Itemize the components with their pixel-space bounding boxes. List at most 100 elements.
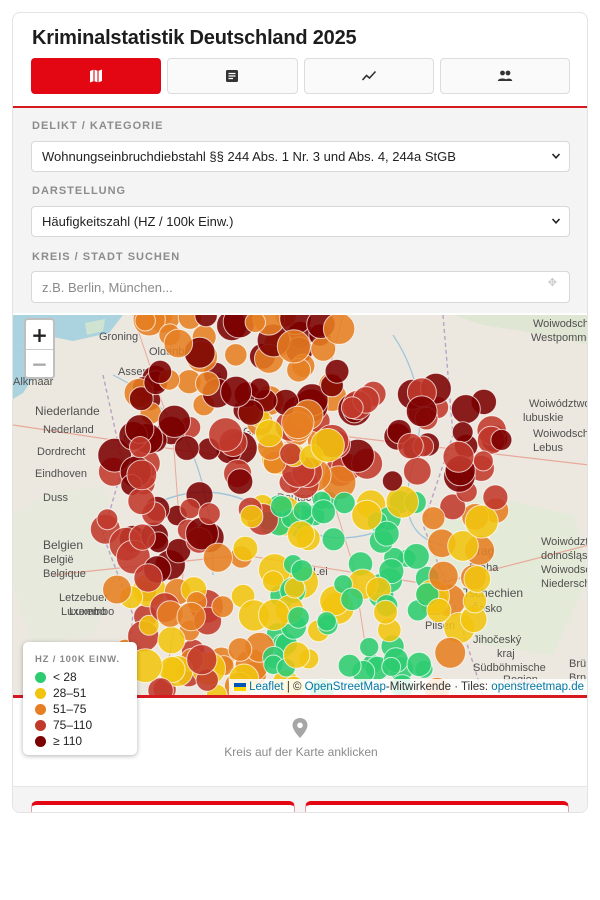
- district-bubble[interactable]: [96, 508, 119, 531]
- district-bubble[interactable]: [286, 520, 316, 549]
- district-bubble[interactable]: [311, 499, 336, 525]
- district-bubble[interactable]: [482, 484, 509, 511]
- district-bubble[interactable]: [270, 495, 293, 518]
- legend-item: 51–75: [35, 701, 137, 717]
- page-title: Kriminalstatistik Deutschland 2025: [32, 27, 357, 49]
- zoom-out-button[interactable]: −: [26, 349, 53, 378]
- footer-button-left[interactable]: [31, 801, 295, 812]
- district-bubble[interactable]: [227, 637, 253, 662]
- district-bubble[interactable]: [128, 523, 156, 551]
- district-bubble[interactable]: [239, 504, 264, 529]
- district-bubble[interactable]: [406, 651, 432, 678]
- osm-link[interactable]: OpenStreetMap: [305, 681, 386, 693]
- district-bubble[interactable]: [244, 315, 266, 333]
- district-bubble[interactable]: [224, 343, 248, 367]
- legend-title: HZ / 100K EINW.: [35, 654, 120, 665]
- display-select-value: Häufigkeitszahl (HZ / 100k Einw.): [42, 214, 234, 229]
- district-bubble[interactable]: [255, 419, 284, 448]
- district-bubble[interactable]: [292, 500, 314, 522]
- search-input[interactable]: z.B. Berlin, München... ✥: [31, 271, 570, 303]
- search-label: KREIS / STADT SUCHEN: [32, 251, 181, 263]
- district-bubble[interactable]: [198, 502, 221, 526]
- district-bubble[interactable]: [248, 377, 271, 400]
- district-bubble[interactable]: [179, 498, 201, 520]
- district-bubble[interactable]: [127, 487, 156, 516]
- category-select[interactable]: Wohnungseinbruchdiebstahl §§ 244 Abs. 1 …: [31, 141, 570, 172]
- district-bubble[interactable]: [340, 587, 364, 612]
- district-bubble[interactable]: [359, 637, 380, 658]
- legend-label: 51–75: [53, 702, 87, 716]
- tab-people[interactable]: [439, 58, 570, 94]
- district-bubble[interactable]: [290, 559, 314, 582]
- district-bubble[interactable]: [310, 428, 345, 463]
- tiles-link[interactable]: openstreetmap.de: [491, 681, 584, 693]
- district-bubble[interactable]: [157, 626, 186, 655]
- district-bubble[interactable]: [282, 641, 311, 669]
- district-bubble[interactable]: [186, 644, 218, 676]
- district-bubble[interactable]: [426, 597, 452, 624]
- district-bubble[interactable]: [220, 375, 253, 408]
- district-bubble[interactable]: [316, 611, 337, 632]
- district-bubble[interactable]: [397, 432, 424, 460]
- district-bubbles[interactable]: [13, 315, 588, 695]
- district-bubble[interactable]: [405, 395, 438, 428]
- district-bubble[interactable]: [472, 450, 494, 472]
- district-bubble[interactable]: [202, 542, 233, 573]
- leaflet-link[interactable]: Leaflet: [249, 681, 284, 693]
- district-bubble[interactable]: [403, 543, 430, 570]
- district-bubble[interactable]: [208, 417, 244, 452]
- district-bubble[interactable]: [462, 589, 488, 614]
- district-bubble[interactable]: [102, 574, 132, 605]
- district-bubble[interactable]: [129, 436, 152, 459]
- map-view[interactable]: GroningOldenbAssenAlkmaarNiederlandeNede…: [13, 315, 588, 695]
- legend-label: 28–51: [53, 686, 87, 700]
- district-bubble[interactable]: [381, 470, 404, 492]
- district-bubble[interactable]: [463, 565, 492, 593]
- district-bubble[interactable]: [163, 328, 194, 359]
- district-bubble[interactable]: [321, 527, 346, 552]
- district-bubble[interactable]: [442, 440, 475, 473]
- footer-button-right[interactable]: [305, 801, 569, 812]
- legend-swatch: [35, 703, 46, 715]
- district-bubble[interactable]: [279, 442, 303, 466]
- district-bubble[interactable]: [450, 394, 481, 425]
- document-icon: [226, 70, 239, 82]
- tab-report[interactable]: [167, 58, 298, 94]
- display-select[interactable]: Häufigkeitszahl (HZ / 100k Einw.): [31, 206, 570, 237]
- district-bubble[interactable]: [281, 405, 315, 440]
- district-bubble[interactable]: [351, 499, 383, 531]
- district-bubble[interactable]: [434, 636, 467, 669]
- legend-item: < 28: [35, 669, 137, 685]
- tab-trend[interactable]: [303, 58, 434, 94]
- district-bubble[interactable]: [287, 606, 310, 629]
- district-bubble[interactable]: [126, 459, 158, 491]
- district-bubble[interactable]: [337, 653, 362, 678]
- district-bubble[interactable]: [211, 595, 235, 619]
- district-bubble[interactable]: [258, 598, 291, 631]
- district-bubble[interactable]: [421, 506, 446, 531]
- district-bubble[interactable]: [490, 428, 513, 451]
- district-bubble[interactable]: [134, 315, 156, 332]
- district-bubble[interactable]: [340, 396, 364, 420]
- district-bubble[interactable]: [451, 421, 474, 443]
- district-bubble[interactable]: [333, 491, 356, 515]
- map-legend: HZ / 100K EINW. < 28 28–51 51–75 75–110 …: [23, 642, 137, 755]
- district-bubble[interactable]: [133, 563, 163, 593]
- district-bubble[interactable]: [148, 359, 173, 385]
- zoom-in-button[interactable]: +: [26, 320, 53, 349]
- district-bubble[interactable]: [176, 601, 206, 632]
- district-bubble[interactable]: [276, 329, 311, 364]
- district-bubble[interactable]: [226, 468, 254, 495]
- district-bubble[interactable]: [322, 315, 356, 345]
- district-bubble[interactable]: [381, 657, 402, 677]
- district-bubble[interactable]: [232, 535, 259, 562]
- district-bubble[interactable]: [157, 404, 191, 439]
- district-bubble[interactable]: [324, 358, 350, 384]
- district-bubble[interactable]: [428, 560, 459, 592]
- district-bubble[interactable]: [195, 371, 220, 396]
- district-bubble[interactable]: [373, 599, 398, 625]
- district-bubble[interactable]: [174, 435, 200, 461]
- tab-map[interactable]: [31, 58, 162, 94]
- legend-label: ≥ 110: [53, 734, 83, 748]
- district-bubble[interactable]: [403, 456, 432, 486]
